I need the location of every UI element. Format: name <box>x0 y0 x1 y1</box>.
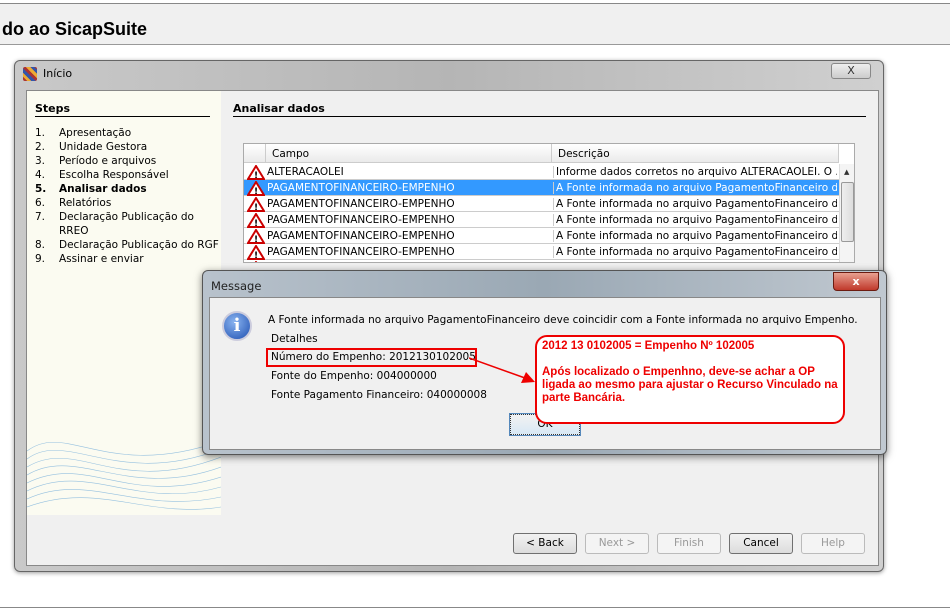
steps-panel: Steps 1. Apresentação 2. Unidade Gestora 3. P… <box>27 91 221 515</box>
close-button[interactable]: X <box>831 63 871 79</box>
warning-icon: ! <box>247 165 265 180</box>
step-item: 5. Analisar dados <box>35 183 147 195</box>
table-row[interactable]: ! PAGAMENTOFINANCEIRO-EMPENHO A Fonte info… <box>244 212 839 228</box>
warning-icon: ! <box>247 245 265 260</box>
step-number: 2. <box>35 141 46 153</box>
step-label: Declaração Publicação do <box>59 211 194 223</box>
step-label: Apresentação <box>59 127 132 139</box>
cell-descricao: Informe dados corretos no arquivo ALTERA… <box>553 166 837 178</box>
step-item: 9. Assinar e enviar <box>35 253 144 265</box>
cell-campo: PAGAMENTOFINANCEIRO-EMPENHO <box>267 246 455 258</box>
section-title: Analisar dados <box>233 102 325 115</box>
step-item: 3. Período e arquivos <box>35 155 156 167</box>
column-header-campo[interactable]: Campo <box>266 144 552 163</box>
svg-text:!: ! <box>254 251 258 260</box>
step-label: Unidade Gestora <box>59 141 148 153</box>
scrollbar-thumb[interactable] <box>841 182 854 242</box>
cell-descricao: A Fonte informada no arquivo PagamentoFi… <box>553 230 837 242</box>
step-item: 4. Escolha Responsável <box>35 169 169 181</box>
step-number: 7. <box>35 211 46 223</box>
cell-descricao: A Fonte informada no arquivo PagamentoFi… <box>553 198 837 210</box>
cell-campo: PAGAMENTOFINANCEIRO-EMPENHO <box>267 198 455 210</box>
column-header-descricao[interactable]: Descrição <box>552 144 839 163</box>
warning-icon: ! <box>247 229 265 244</box>
table-row[interactable]: ! PAGAMENTOFINANCEIRO-EMPENHO A Fonte info… <box>244 180 839 196</box>
info-icon: i <box>222 311 252 341</box>
cell-descricao: A Fonte informada no arquivo PagamentoFi… <box>553 246 837 258</box>
cell-campo: PAGAMENTOFINANCEIRO-EMPENHO <box>267 230 455 242</box>
fonte-empenho: Fonte do Empenho: 004000000 <box>271 370 437 382</box>
callout-line2: Após localizado o Empenhno, deve-se acha… <box>542 366 838 404</box>
warning-icon: ! <box>254 261 258 262</box>
step-number: 6. <box>35 197 46 209</box>
table-row[interactable]: ! PAGAMENTOFINANCEIRO-EMPENHOA Fonte info… <box>244 260 839 263</box>
warning-icon: ! <box>247 181 265 196</box>
cell-campo: ALTERACAOLEI <box>267 166 344 178</box>
warning-icon: ! <box>247 213 265 228</box>
app-icon <box>23 67 37 81</box>
step-number: 8. <box>35 239 46 251</box>
svg-text:!: ! <box>254 219 258 228</box>
step-label: Assinar e enviar <box>59 253 144 265</box>
vertical-scrollbar[interactable]: ▲ <box>839 164 854 262</box>
step-item: 6. Relatórios <box>35 197 111 209</box>
cell-campo: PAGAMENTOFINANCEIRO-EMPENHO <box>267 214 455 226</box>
fonte-pagamento: Fonte Pagamento Financeiro: 040000008 <box>271 389 487 401</box>
help-button[interactable]: Help <box>801 533 865 554</box>
callout-line1: 2012 13 0102005 = Empenho Nº 102005 <box>542 340 755 352</box>
step-label: Escolha Responsável <box>59 169 169 181</box>
step-number: 4. <box>35 169 46 181</box>
divider <box>0 607 950 608</box>
annotation-arrow <box>469 357 535 383</box>
step-number: 5. <box>35 183 47 195</box>
back-button[interactable]: < Back <box>513 533 577 554</box>
step-label: Período e arquivos <box>59 155 157 167</box>
table-row[interactable]: ! PAGAMENTOFINANCEIRO-EMPENHO A Fonte info… <box>244 196 839 212</box>
message-text: A Fonte informada no arquivo PagamentoFi… <box>268 314 858 326</box>
svg-text:!: ! <box>254 187 258 196</box>
validation-table: Campo Descrição ! ALTERACAOLEI Informe dad… <box>243 143 855 263</box>
divider <box>35 116 210 117</box>
cell-campo: PAGAMENTOFINANCEIRO-EMPENHO <box>267 262 551 263</box>
app-title: do ao SicapSuite <box>2 19 148 39</box>
step-label: RREO <box>59 225 89 237</box>
step-number: 3. <box>35 155 46 167</box>
details-label: Detalhes <box>271 333 318 345</box>
finish-button[interactable]: Finish <box>657 533 721 554</box>
step-number: 9. <box>35 253 46 265</box>
annotation-callout: 2012 13 0102005 = Empenho Nº 102005 Após… <box>535 335 845 424</box>
cell-descricao: A Fonte informada no arquivo PagamentoFi… <box>553 182 837 194</box>
numero-empenho: Número do Empenho: 2012130102005 <box>271 351 476 363</box>
steps-title: Steps <box>35 102 71 115</box>
icon-column-header <box>244 144 266 163</box>
cell-descricao: A Fonte informada no arquivo PagamentoFi… <box>553 214 837 226</box>
cell-descricao: A Fonte informada no arquivo PagamentoFi… <box>553 262 837 263</box>
app-header: do ao SicapSuite <box>0 3 950 45</box>
step-number: 1. <box>35 127 46 139</box>
step-item: 7. Declaração Publicação do <box>35 211 194 223</box>
svg-text:!: ! <box>254 171 258 180</box>
step-label: Relatórios <box>59 197 112 209</box>
step-label: Analisar dados <box>59 183 147 195</box>
divider <box>233 116 866 117</box>
step-item: RREO <box>35 225 89 237</box>
window-title: Início <box>43 67 73 80</box>
svg-text:!: ! <box>254 203 258 212</box>
scroll-up-icon[interactable]: ▲ <box>844 168 849 176</box>
step-label: Declaração Publicação do RGF <box>59 239 219 251</box>
table-row[interactable]: ! ALTERACAOLEI Informe dados corretos no a… <box>244 164 839 180</box>
svg-text:!: ! <box>254 235 258 244</box>
table-row[interactable]: ! PAGAMENTOFINANCEIRO-EMPENHO A Fonte info… <box>244 228 839 244</box>
next-button[interactable]: Next > <box>585 533 649 554</box>
dialog-title: Message <box>211 279 262 293</box>
table-row[interactable]: !PAGAMENTOFINANCEIRO-EMPENHOA Fonte info… <box>244 244 839 260</box>
warning-icon: ! <box>247 197 265 212</box>
dialog-close-button[interactable]: x <box>833 272 879 291</box>
cell-campo: PAGAMENTOFINANCEIRO-EMPENHO <box>267 182 455 194</box>
step-item: 2. Unidade Gestora <box>35 141 147 153</box>
step-item: 8. Declaração Publicação do RGF <box>35 239 219 251</box>
cancel-button[interactable]: Cancel <box>729 533 793 554</box>
decorative-waves <box>27 440 221 510</box>
step-item: 1. Apresentação <box>35 127 131 139</box>
